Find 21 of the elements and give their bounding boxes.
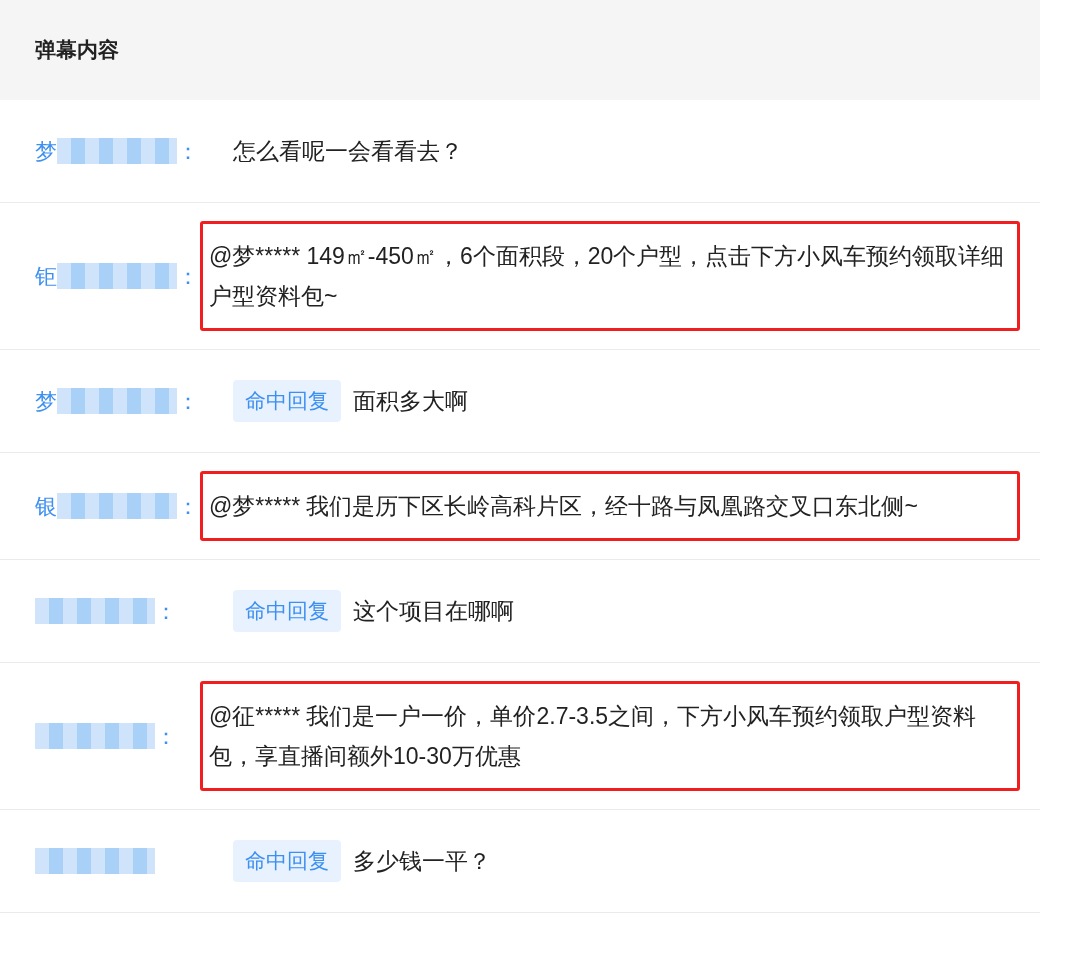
header-title: 弹幕内容 bbox=[35, 37, 119, 64]
comment-text: @梦***** 我们是历下区长岭高科片区，经十路与凤凰路交叉口东北侧~ bbox=[209, 492, 918, 521]
tag: 命中回复 bbox=[233, 840, 341, 882]
colon: ： bbox=[177, 387, 199, 416]
tag: 命中回复 bbox=[233, 590, 341, 632]
user-name: 钜 bbox=[35, 262, 57, 291]
comment-text: 怎么看呢一会看看去？ bbox=[233, 137, 463, 166]
tag: 命中回复 bbox=[233, 380, 341, 422]
comment-text: 多少钱一平？ bbox=[353, 847, 491, 876]
comment-text: @征***** 我们是一户一价，单价2.7-3.5之间，下方小风车预约领取户型资料包，享直播间额外10-30万优惠 bbox=[209, 702, 978, 771]
colon: ： bbox=[177, 137, 199, 166]
comment-text: 这个项目在哪啊 bbox=[353, 597, 514, 626]
user-name: 梦 bbox=[35, 137, 57, 166]
colon: ： bbox=[177, 492, 199, 521]
colon: ： bbox=[155, 722, 177, 751]
comment-text: 面积多大啊 bbox=[353, 387, 468, 416]
user-name: 银 bbox=[35, 492, 57, 521]
user-name: 梦 bbox=[35, 387, 57, 416]
colon: ： bbox=[177, 262, 199, 291]
comment-text: @梦***** 149㎡-450㎡，6个面积段，20个户型，点击下方小风车预约领取详细户型资料包~ bbox=[209, 242, 1006, 311]
colon: ： bbox=[155, 597, 177, 626]
